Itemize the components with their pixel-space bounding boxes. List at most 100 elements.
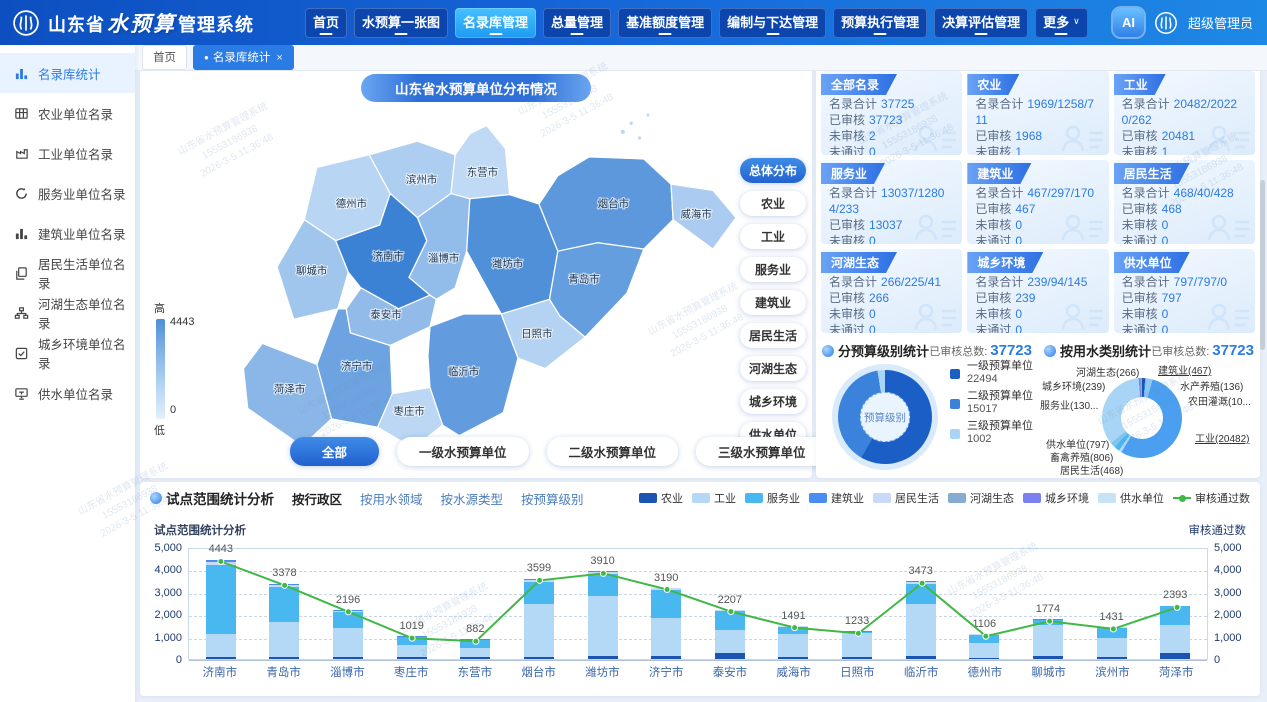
bar-segment bbox=[524, 657, 554, 659]
card-total-row: 名录合计1969/1258/711 bbox=[975, 96, 1100, 128]
card-title-ribbon: 供水单位 bbox=[1114, 252, 1190, 273]
map-filter-button[interactable]: 河湖生态 bbox=[740, 356, 806, 381]
stats-mode-tab[interactable]: 按用水领域 bbox=[360, 489, 423, 508]
donut-callout-label: 河湖生态(266) bbox=[1076, 364, 1139, 379]
card-rejected-row: 未通过0 bbox=[975, 322, 1100, 333]
bar-column: 1491 bbox=[762, 549, 826, 659]
card-approved-row: 已审核1968 bbox=[975, 128, 1100, 144]
bar-segment bbox=[651, 590, 681, 618]
x-axis-label: 济南市 bbox=[188, 664, 252, 680]
stat-card: 河湖生态名录合计266/225/41已审核266未审核0未通过0 bbox=[821, 249, 962, 333]
nav-item[interactable]: 水预算一张图 bbox=[354, 8, 448, 38]
section-circle-icon bbox=[150, 492, 162, 504]
map-filter-button[interactable]: 农业 bbox=[740, 191, 806, 216]
level-filter-button[interactable]: 三级水预算单位 bbox=[696, 437, 828, 466]
legend-item: 服务业 bbox=[745, 490, 800, 506]
shandong-map: 德州市滨州市东营市聊城市济南市淄博市潍坊市烟台市威海市青岛市泰安市济宁市菏泽市枣… bbox=[212, 94, 757, 466]
top-navbar: 山东省水预算管理系统 首页水预算一张图名录库管理总量管理基准额度管理编制与下达管… bbox=[0, 0, 1267, 45]
card-title-ribbon: 城乡环境 bbox=[967, 252, 1043, 273]
bar-segment bbox=[1097, 638, 1127, 657]
bar-segment bbox=[460, 648, 490, 657]
map-filter-button[interactable]: 服务业 bbox=[740, 257, 806, 282]
sidebar-item[interactable]: 河湖生态单位名录 bbox=[0, 293, 135, 333]
nav-item[interactable]: 编制与下达管理 bbox=[719, 8, 826, 38]
map-filter-button[interactable]: 建筑业 bbox=[740, 290, 806, 315]
bar-value-label: 2196 bbox=[336, 594, 360, 606]
nav-item[interactable]: 预算执行管理 bbox=[833, 8, 927, 38]
bar-segment bbox=[969, 658, 999, 659]
card-title-ribbon: 河湖生态 bbox=[821, 252, 897, 273]
map-filter-button[interactable]: 城乡环境 bbox=[740, 389, 806, 414]
level-filter-button[interactable]: 一级水预算单位 bbox=[397, 437, 529, 466]
bar-segment bbox=[778, 627, 808, 635]
bar-segment bbox=[715, 630, 745, 654]
donut-legend-item: 二级预算单位15017 bbox=[950, 390, 1033, 415]
nav-item[interactable]: 基准额度管理 bbox=[618, 8, 712, 38]
map-filter-button[interactable]: 居民生活 bbox=[740, 323, 806, 348]
nav-item[interactable]: 名录库管理 bbox=[455, 8, 536, 38]
sidebar-item[interactable]: 工业单位名录 bbox=[0, 133, 135, 173]
tab-home[interactable]: 首页 bbox=[142, 45, 187, 70]
y-axis-tick: 0 bbox=[148, 654, 182, 666]
card-approved-row: 已审核467 bbox=[975, 201, 1100, 217]
bar-value-label: 3910 bbox=[590, 555, 614, 567]
tab-close-icon[interactable]: × bbox=[276, 52, 282, 64]
bar-segment bbox=[269, 657, 299, 659]
sidebar-item[interactable]: 服务业单位名录 bbox=[0, 173, 135, 213]
legend-item: 工业 bbox=[692, 490, 736, 506]
pilot-stats-panel: 试点范围统计分析 按行政区按用水领域按水源类型按预算级别 农业工业服务业建筑业居… bbox=[140, 482, 1260, 696]
sidebar-item[interactable]: 建筑业单位名录 bbox=[0, 213, 135, 253]
nav-item[interactable]: 决算评估管理 bbox=[934, 8, 1028, 38]
map-filter-button[interactable]: 工业 bbox=[740, 224, 806, 249]
bar-value-label: 2393 bbox=[1163, 589, 1187, 601]
bar-segment bbox=[715, 653, 745, 659]
map-filter-button[interactable]: 总体分布 bbox=[740, 158, 806, 183]
bar-chart-icon bbox=[14, 226, 29, 241]
bar-column: 1431 bbox=[1080, 549, 1144, 659]
water-type-total: 已审核总数:37723 bbox=[1151, 342, 1254, 359]
map-city-label: 菏泽市 bbox=[274, 383, 305, 396]
nav-item[interactable]: 总量管理 bbox=[543, 8, 611, 38]
bar-value-label: 3378 bbox=[272, 567, 296, 579]
stats-mode-tab[interactable]: 按行政区 bbox=[292, 489, 342, 508]
water-type-donut-section: 按用水类别统计 已审核总数:37723 建筑业(467)水产养殖(136)农田灌… bbox=[1038, 336, 1260, 478]
map-region[interactable] bbox=[451, 125, 510, 198]
level-filter-button[interactable]: 二级水预算单位 bbox=[547, 437, 679, 466]
chart-legend: 农业工业服务业建筑业居民生活河湖生态城乡环境供水单位审核通过数 bbox=[639, 490, 1250, 506]
bar-segment bbox=[842, 633, 872, 657]
map-city-label: 烟台市 bbox=[598, 197, 629, 210]
bar-segment bbox=[397, 637, 427, 645]
page-scrollbar[interactable] bbox=[1260, 180, 1265, 350]
bar-value-label: 2207 bbox=[718, 594, 742, 606]
map-city-label: 临沂市 bbox=[448, 365, 479, 378]
sidebar-item[interactable]: 农业单位名录 bbox=[0, 93, 135, 133]
bar-column: 1019 bbox=[380, 549, 444, 659]
sidebar-item[interactable]: 居民生活单位名录 bbox=[0, 253, 135, 293]
stats-mode-tab[interactable]: 按水源类型 bbox=[441, 489, 504, 508]
card-pending-row: 未审核0 bbox=[1122, 306, 1247, 322]
bar-column: 3599 bbox=[507, 549, 571, 659]
nav-more-button[interactable]: 更多∨ bbox=[1035, 8, 1088, 38]
nav-item[interactable]: 首页 bbox=[305, 8, 347, 38]
user-name[interactable]: 超级管理员 bbox=[1188, 13, 1253, 32]
card-title-ribbon: 居民生活 bbox=[1114, 163, 1190, 184]
logo-icon bbox=[12, 9, 40, 37]
monitor-icon bbox=[14, 386, 29, 401]
legend-item: 河湖生态 bbox=[948, 490, 1014, 506]
main-nav: 首页水预算一张图名录库管理总量管理基准额度管理编制与下达管理预算执行管理决算评估… bbox=[305, 8, 1088, 38]
sidebar-item[interactable]: 供水单位名录 bbox=[0, 373, 135, 413]
donut-legend-item: 三级预算单位1002 bbox=[950, 420, 1033, 445]
map-filter-list: 总体分布农业工业服务业建筑业居民生活河湖生态城乡环境供水单位 bbox=[740, 158, 806, 447]
level-filter-button[interactable]: 全部 bbox=[290, 437, 379, 466]
sidebar-item[interactable]: 城乡环境单位名录 bbox=[0, 333, 135, 373]
stats-mode-tab[interactable]: 按预算级别 bbox=[521, 489, 584, 508]
scale-gradient-bar bbox=[156, 319, 165, 419]
y-axis-tick: 5,000 bbox=[1214, 542, 1254, 554]
ai-assistant-button[interactable]: AI bbox=[1113, 8, 1144, 37]
card-approved-row: 已审核797 bbox=[1122, 290, 1247, 306]
card-approved-row: 已审核37723 bbox=[829, 112, 954, 128]
donut-callout-label: 服务业(130... bbox=[1040, 397, 1098, 412]
tab-directory-stats[interactable]: ●名录库统计× bbox=[193, 45, 294, 70]
card-total-row: 名录合计37725 bbox=[829, 96, 954, 112]
sidebar-item[interactable]: 名录库统计 bbox=[0, 53, 135, 93]
